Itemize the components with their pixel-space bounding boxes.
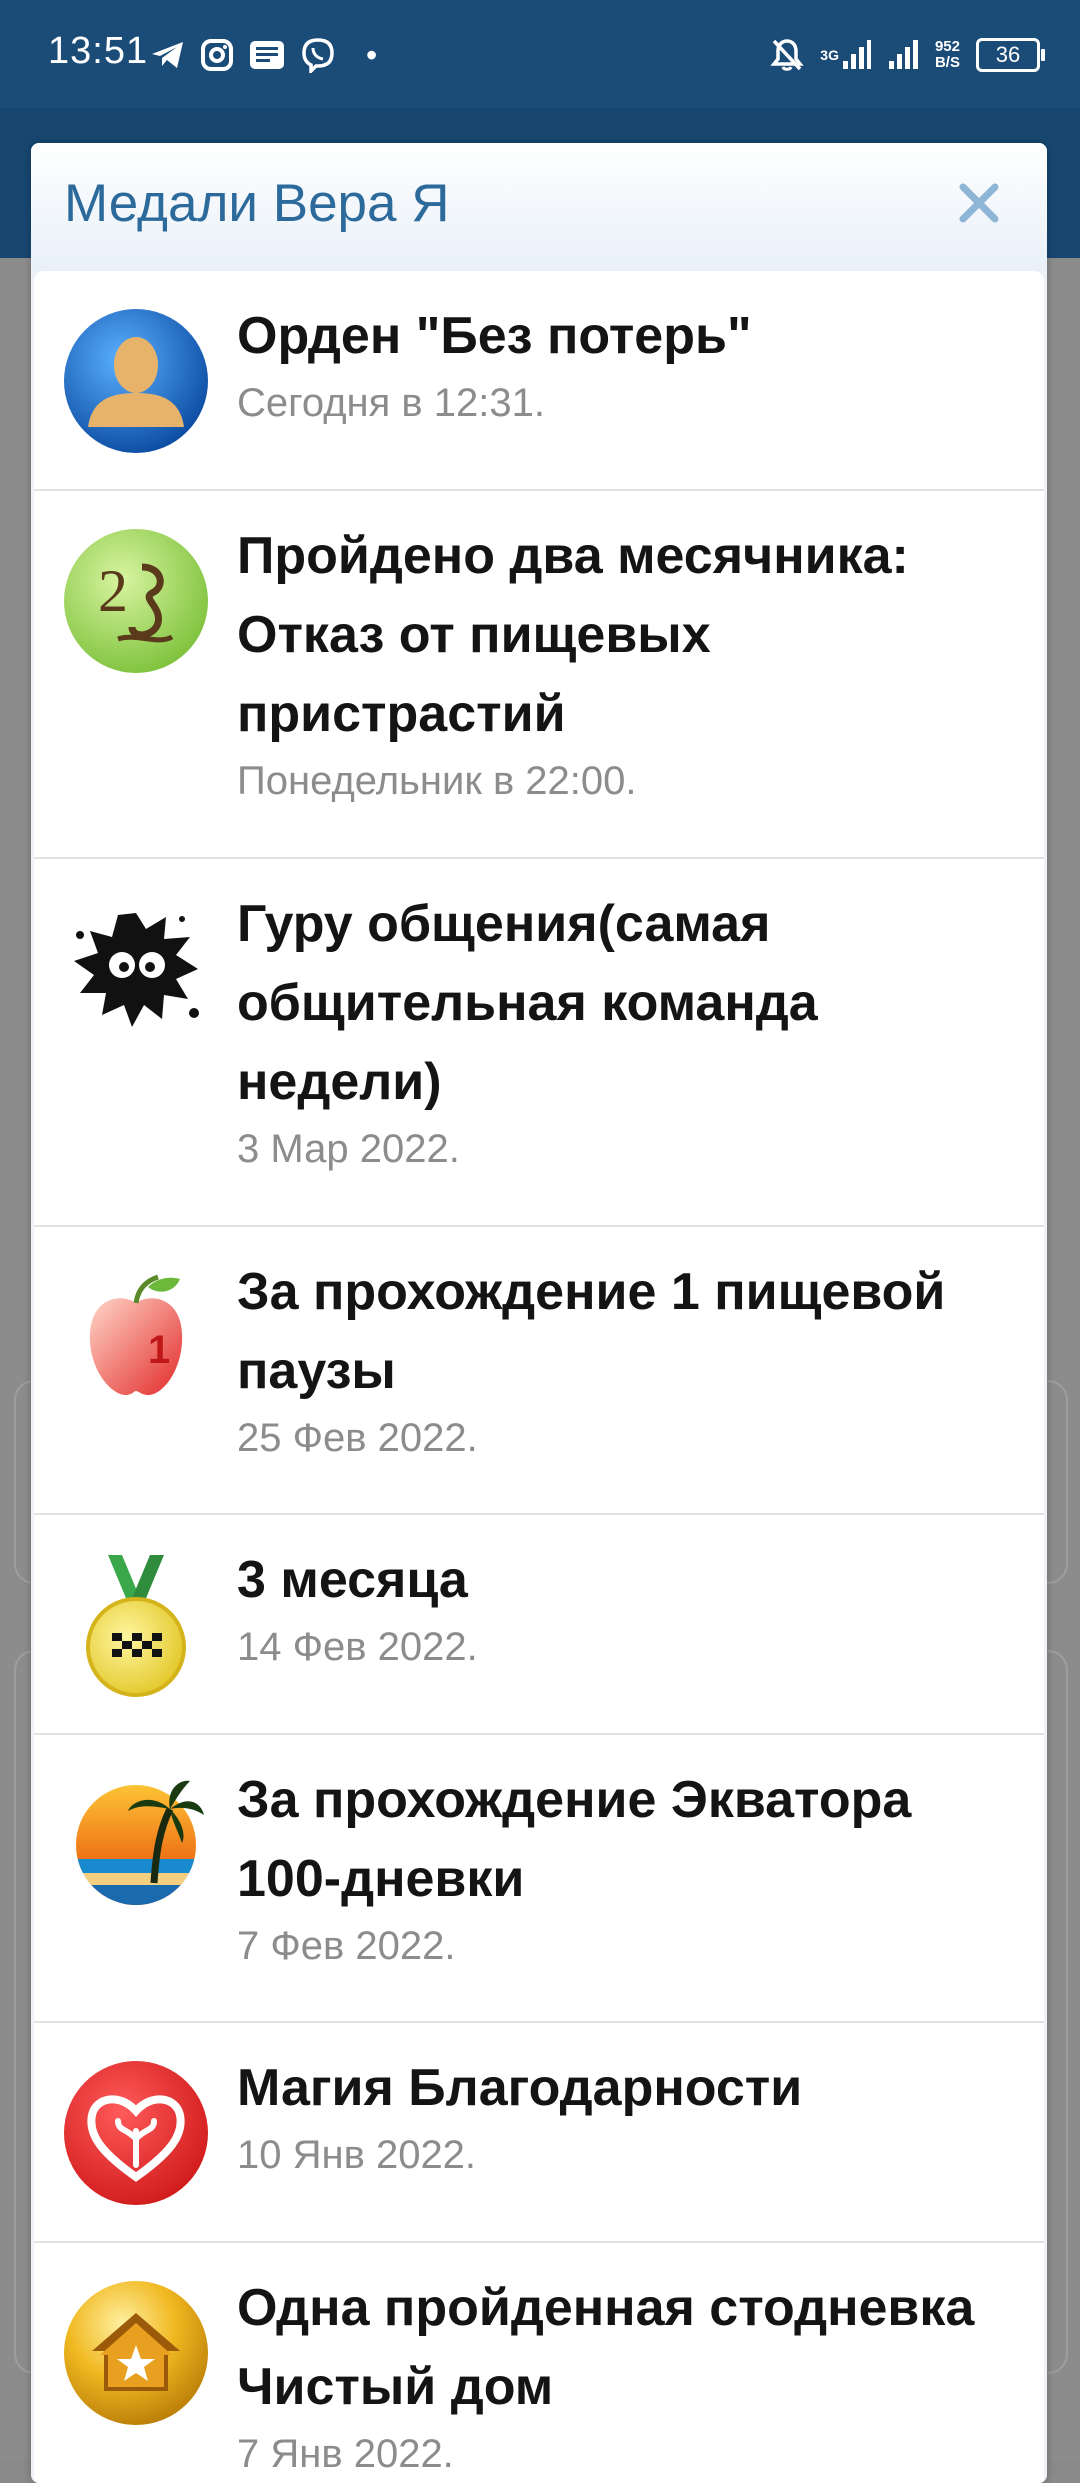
medal-date: 7 Фев 2022. xyxy=(237,1924,456,1968)
signal-bars-icon xyxy=(887,39,919,71)
medals-dialog: Медали Вера Я Орден "Без потерь" Сегодня… xyxy=(31,143,1047,2483)
medal-title: Магия Благодарности xyxy=(237,2059,803,2117)
more-notifications-dot: • xyxy=(366,36,378,73)
notification-icons: • xyxy=(150,30,377,80)
battery-indicator: 36 xyxy=(976,38,1045,72)
medal-title: Пройдено два месячника: Отказ от пищевых… xyxy=(237,527,909,743)
ink-blot-creature-icon xyxy=(62,895,210,1043)
list-item[interactable]: 2 Пройдено два месячника: Отказ от пищев… xyxy=(34,491,1044,859)
medal-text: Гуру общения(самая общительная команда н… xyxy=(237,885,1027,1174)
network-speed: 952 B/S xyxy=(935,39,960,71)
network-speed-unit: B/S xyxy=(934,54,960,71)
instagram-icon xyxy=(200,38,234,72)
list-item[interactable]: Гуру общения(самая общительная команда н… xyxy=(34,859,1044,1227)
list-item[interactable]: Магия Благодарности 10 Янв 2022. xyxy=(34,2023,1044,2243)
medal-title: Одна пройденная стодневка Чистый дом xyxy=(237,2279,975,2416)
heart-icon xyxy=(62,2059,210,2207)
medal-list[interactable]: Орден "Без потерь" Сегодня в 12:31. 2 Пр… xyxy=(34,271,1044,2483)
medal-text: За прохождение Экватора 100-дневки 7 Фев… xyxy=(237,1761,1027,1971)
apple-icon: 1 xyxy=(62,1263,210,1411)
medal-text: За прохождение 1 пищевой паузы 25 Фев 20… xyxy=(237,1253,1027,1463)
list-item[interactable]: 1 За прохождение 1 пищевой паузы 25 Фев … xyxy=(34,1227,1044,1515)
palm-sunset-icon xyxy=(62,1771,210,1919)
medal-date: 14 Фев 2022. xyxy=(237,1625,478,1669)
medal-title: За прохождение 1 пищевой паузы xyxy=(237,1263,946,1400)
house-star-icon xyxy=(62,2279,210,2427)
medal-date: 7 Янв 2022. xyxy=(237,2432,454,2476)
medal-date: 10 Янв 2022. xyxy=(237,2133,477,2177)
mute-bell-icon xyxy=(770,37,804,73)
medal-date: Сегодня в 12:31. xyxy=(237,381,545,425)
medal-text: Пройдено два месячника: Отказ от пищевых… xyxy=(237,517,1027,806)
viber-icon xyxy=(300,37,336,73)
signal-3g-icon: 3G xyxy=(820,39,871,71)
dialog-header: Медали Вера Я xyxy=(31,143,1047,271)
list-item[interactable]: 3 месяца 14 Фев 2022. xyxy=(34,1515,1044,1735)
medal-title: Гуру общения(самая общительная команда н… xyxy=(237,895,818,1111)
svg-text:1: 1 xyxy=(148,1328,170,1372)
medal-title: За прохождение Экватора 100-дневки xyxy=(237,1771,912,1908)
medal-date: 25 Фев 2022. xyxy=(237,1416,478,1460)
medal-date: 3 Мар 2022. xyxy=(237,1127,460,1171)
medal-text: 3 месяца 14 Фев 2022. xyxy=(237,1541,1027,1672)
status-time: 13:51 xyxy=(48,30,149,72)
medal-text: Орден "Без потерь" Сегодня в 12:31. xyxy=(237,297,1027,428)
medal-title: 3 месяца xyxy=(237,1551,468,1609)
network-speed-value: 952 xyxy=(934,38,960,55)
svg-text:2: 2 xyxy=(98,558,128,624)
list-item[interactable]: Орден "Без потерь" Сегодня в 12:31. xyxy=(34,271,1044,491)
news-icon xyxy=(248,38,286,72)
medal-date: Понедельник в 22:00. xyxy=(237,759,637,803)
telegram-icon xyxy=(150,39,186,71)
number-two-icon: 2 xyxy=(62,527,210,675)
status-bar: 13:51 • 3G 952 B/S 36 xyxy=(0,0,1080,108)
medal-text: Магия Благодарности 10 Янв 2022. xyxy=(237,2049,1027,2180)
close-icon[interactable] xyxy=(947,171,1011,235)
medal-title: Орден "Без потерь" xyxy=(237,307,752,365)
medal-checker-icon xyxy=(62,1551,210,1699)
dialog-title: Медали Вера Я xyxy=(64,174,450,233)
user-silhouette-icon xyxy=(62,307,210,455)
list-item[interactable]: Одна пройденная стодневка Чистый дом 7 Я… xyxy=(34,2243,1044,2483)
medal-text: Одна пройденная стодневка Чистый дом 7 Я… xyxy=(237,2269,1027,2479)
network-type: 3G xyxy=(820,47,839,63)
list-item[interactable]: За прохождение Экватора 100-дневки 7 Фев… xyxy=(34,1735,1044,2023)
system-status-icons: 3G 952 B/S 36 xyxy=(770,30,1045,80)
